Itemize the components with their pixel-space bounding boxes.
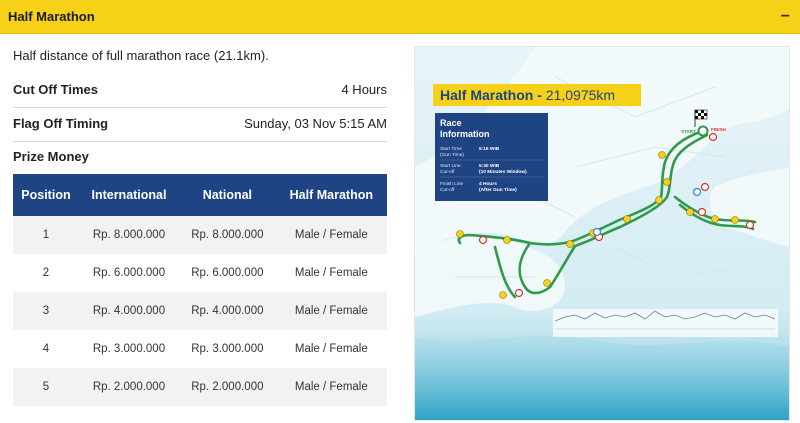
table-row: 4 Rp. 3.000.000 Rp. 3.000.000 Male / Fem… (13, 330, 387, 368)
race-info-label: Start Time (440, 146, 462, 152)
collapse-icon[interactable]: − (781, 8, 792, 25)
race-information-box: Race Information Start Time (Gun Time) 5… (435, 113, 548, 201)
race-info-label: Cut-off (440, 187, 455, 193)
table-header-row: Position International National Half Mar… (13, 174, 387, 216)
table-row: 2 Rp. 6.000.000 Rp. 6.000.000 Male / Fem… (13, 254, 387, 292)
international-cell: Rp. 3.000.000 (78, 330, 180, 368)
race-info-label: (Gun Time) (440, 152, 464, 158)
category-cell: Male / Female (275, 254, 387, 292)
map-title-distance: 21,0975km (546, 87, 615, 103)
half-marathon-accordion-header[interactable]: Half Marathon − (0, 0, 800, 34)
race-info-value: 5:30 WIB (479, 163, 500, 169)
position-cell: 3 (13, 292, 79, 330)
category-cell: Male / Female (275, 216, 387, 254)
decorative-waves (415, 336, 789, 420)
start-label: START (681, 129, 696, 134)
category-cell: Male / Female (275, 292, 387, 330)
cutoff-label: Cut Off Times (13, 82, 98, 97)
divider (13, 141, 387, 142)
race-info-value: (After Gun Time) (479, 187, 517, 193)
accordion-title: Half Marathon (8, 9, 95, 24)
race-info-label: Start Line (440, 163, 461, 169)
race-info-value: 4 Hours (479, 181, 497, 187)
national-cell: Rp. 4.000.000 (179, 292, 276, 330)
map-title-prefix: Half Marathon - (440, 87, 546, 103)
elevation-profile (553, 309, 778, 337)
route-map-graphic: START FINISH Half Marathon - 21,0975km R… (415, 47, 789, 420)
national-cell: Rp. 6.000.000 (179, 254, 276, 292)
race-info-value: 5:15 WIB (479, 146, 500, 152)
position-cell: 1 (13, 216, 79, 254)
column-header-position: Position (13, 174, 79, 216)
race-info-value: (10 Minutes Window) (479, 169, 527, 175)
national-cell: Rp. 3.000.000 (179, 330, 276, 368)
prize-money-table: Position International National Half Mar… (13, 174, 387, 406)
international-cell: Rp. 6.000.000 (78, 254, 180, 292)
category-cell: Male / Female (275, 368, 387, 406)
race-info-title-line1: Race (440, 118, 462, 128)
table-row: 3 Rp. 4.000.000 Rp. 4.000.000 Male / Fem… (13, 292, 387, 330)
category-cell: Male / Female (275, 330, 387, 368)
table-row: 1 Rp. 8.000.000 Rp. 8.000.000 Male / Fem… (13, 216, 387, 254)
prize-money-title: Prize Money (13, 149, 89, 164)
race-description: Half distance of full marathon race (21.… (13, 48, 269, 63)
international-cell: Rp. 4.000.000 (78, 292, 180, 330)
map-title: Half Marathon - 21,0975km (440, 87, 615, 103)
route-map[interactable]: START FINISH Half Marathon - 21,0975km R… (414, 46, 790, 421)
column-header-international: International (78, 174, 180, 216)
national-cell: Rp. 8.000.000 (179, 216, 276, 254)
national-cell: Rp. 2.000.000 (179, 368, 276, 406)
international-cell: Rp. 2.000.000 (78, 368, 180, 406)
cutoff-row: Cut Off Times 4 Hours (13, 82, 387, 97)
divider (13, 107, 387, 108)
position-cell: 4 (13, 330, 79, 368)
column-header-half-marathon: Half Marathon (275, 174, 387, 216)
cutoff-value: 4 Hours (341, 82, 387, 97)
position-cell: 5 (13, 368, 79, 406)
international-cell: Rp. 8.000.000 (78, 216, 180, 254)
flagoff-row: Flag Off Timing Sunday, 03 Nov 5:15 AM (13, 116, 387, 131)
race-info-label: Cut-off (440, 169, 455, 175)
flagoff-value: Sunday, 03 Nov 5:15 AM (244, 116, 387, 131)
race-info-title-line2: Information (440, 129, 490, 139)
finish-label: FINISH (711, 127, 726, 132)
table-row: 5 Rp. 2.000.000 Rp. 2.000.000 Male / Fem… (13, 368, 387, 406)
race-info-label: Finish Line (440, 181, 464, 187)
flagoff-label: Flag Off Timing (13, 116, 109, 131)
position-cell: 2 (13, 254, 79, 292)
column-header-national: National (179, 174, 276, 216)
